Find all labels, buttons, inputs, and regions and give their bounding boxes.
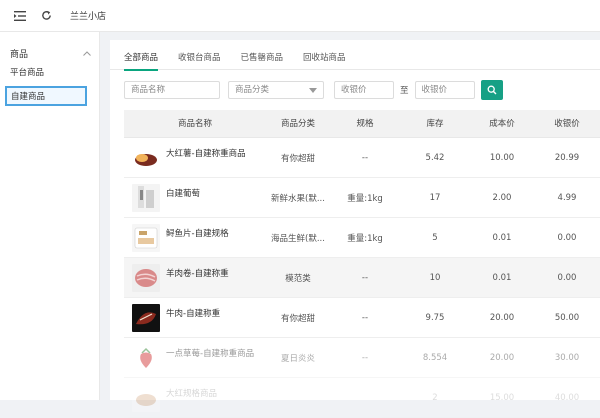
product-name: 鲟鱼片-自建规格 bbox=[166, 229, 229, 239]
product-thumbnail bbox=[132, 223, 160, 252]
caret-down-icon bbox=[309, 88, 317, 93]
product-thumbnail bbox=[132, 383, 160, 412]
menu-fold-icon[interactable] bbox=[10, 6, 30, 26]
sidebar-item-label: 自建商品 bbox=[11, 92, 46, 102]
product-name: 一点草莓-自建称重商品 bbox=[166, 349, 255, 359]
product-price: 40.00 bbox=[554, 392, 580, 403]
tab-recycle-bin-products[interactable]: 回收站商品 bbox=[303, 40, 346, 70]
product-spec bbox=[330, 378, 400, 417]
product-category: 有你超甜 bbox=[280, 313, 315, 324]
sidebar: 商品 平台商品 自建商品 bbox=[0, 32, 100, 400]
sidebar-group-label: 商品 bbox=[10, 49, 29, 60]
refresh-icon[interactable] bbox=[36, 6, 56, 26]
product-stock: 17 bbox=[429, 192, 441, 203]
product-thumbnail bbox=[132, 263, 160, 292]
table-row[interactable]: 大红薯-自建称重商品 有你超甜 -- 5.42 10.00 20.99 bbox=[124, 138, 600, 178]
product-price: 0.00 bbox=[557, 232, 577, 243]
price-min-input[interactable]: 收银价 bbox=[334, 81, 394, 99]
product-spec: -- bbox=[361, 152, 369, 163]
product-cost: 10.00 bbox=[489, 152, 515, 163]
product-stock: 5 bbox=[432, 232, 438, 243]
product-cost: 2.00 bbox=[492, 192, 512, 203]
table-row[interactable]: 一点草莓-自建称重商品 夏日炎炎 -- 8.554 20.00 30.00 bbox=[124, 338, 600, 378]
table-row[interactable]: 羊肉卷-自建称重 模范类 -- 10 0.01 0.00 bbox=[124, 258, 600, 298]
search-icon bbox=[487, 85, 497, 95]
col-header-category: 商品分类 bbox=[280, 119, 315, 129]
product-category: 有你超甜 bbox=[280, 153, 315, 164]
sidebar-item-platform-products[interactable]: 平台商品 bbox=[0, 64, 99, 82]
shop-name: 兰兰小店 bbox=[70, 12, 107, 22]
filter-bar: 商品名称 商品分类 收银价 至 收银价 bbox=[110, 70, 600, 110]
tab-sold-out-products[interactable]: 已售罄商品 bbox=[241, 40, 284, 70]
product-name: 大红规格商品 bbox=[166, 389, 218, 399]
sidebar-group-products[interactable]: 商品 bbox=[0, 42, 99, 64]
product-cost: 20.00 bbox=[489, 312, 515, 323]
product-cost: 0.01 bbox=[492, 272, 512, 283]
table-header: 商品名称 商品分类 规格 库存 成本价 收银价 bbox=[124, 110, 600, 138]
product-price: 20.99 bbox=[554, 152, 580, 163]
product-name: 大红薯-自建称重商品 bbox=[166, 149, 246, 159]
table-row[interactable]: 牛肉-自建称重 有你超甜 -- 9.75 20.00 50.00 bbox=[124, 298, 600, 338]
sidebar-item-label: 平台商品 bbox=[10, 68, 45, 78]
product-category: 海品生鲜(默... bbox=[271, 233, 325, 244]
product-stock: 9.75 bbox=[425, 312, 445, 323]
product-category: 模范类 bbox=[285, 273, 311, 284]
tab-all-products[interactable]: 全部商品 bbox=[124, 40, 159, 71]
product-name: 牛肉-自建称重 bbox=[166, 309, 221, 319]
product-thumbnail bbox=[132, 303, 160, 332]
price-max-input[interactable]: 收银价 bbox=[414, 81, 475, 99]
product-spec: 重量:1kg bbox=[347, 233, 383, 244]
category-select[interactable]: 商品分类 bbox=[228, 81, 324, 99]
product-spec: -- bbox=[361, 272, 369, 283]
product-category: 新鲜水果(默... bbox=[271, 193, 325, 204]
product-thumbnail bbox=[132, 183, 160, 212]
product-category: 夏日炎炎 bbox=[280, 353, 315, 364]
product-thumbnail bbox=[132, 343, 160, 372]
table-row[interactable]: 大红规格商品 2 15.00 40.00 bbox=[124, 378, 600, 418]
product-spec: -- bbox=[361, 312, 369, 323]
sidebar-item-own-products[interactable]: 自建商品 bbox=[5, 86, 87, 106]
main-panel: 全部商品 收银台商品 已售罄商品 回收站商品 商品名称 商品分类 收银价 至 收… bbox=[110, 40, 600, 418]
product-table: 商品名称 商品分类 规格 库存 成本价 收银价 大红薯-自建称重商品 有你超甜 … bbox=[124, 110, 600, 418]
tab-cashier-products[interactable]: 收银台商品 bbox=[178, 40, 221, 70]
product-stock: 10 bbox=[429, 272, 441, 283]
product-cost: 0.01 bbox=[492, 232, 512, 243]
product-price: 50.00 bbox=[554, 312, 580, 323]
product-thumbnail bbox=[132, 143, 160, 172]
product-cost: 15.00 bbox=[489, 392, 515, 403]
product-price: 4.99 bbox=[557, 192, 577, 203]
product-stock: 2 bbox=[432, 392, 438, 403]
product-name: 羊肉卷-自建称重 bbox=[166, 269, 229, 279]
product-stock: 8.554 bbox=[422, 352, 448, 363]
col-header-cost: 成本价 bbox=[489, 119, 515, 129]
tab-bar: 全部商品 收银台商品 已售罄商品 回收站商品 bbox=[110, 40, 600, 71]
product-category bbox=[266, 378, 330, 417]
col-header-stock: 库存 bbox=[426, 119, 444, 129]
product-name-input[interactable]: 商品名称 bbox=[124, 81, 220, 99]
product-cost: 20.00 bbox=[489, 352, 515, 363]
col-header-name: 商品名称 bbox=[177, 119, 212, 129]
col-header-price: 收银价 bbox=[554, 119, 580, 129]
table-row[interactable]: 白建葡萄 新鲜水果(默... 重量:1kg 17 2.00 4.99 bbox=[124, 178, 600, 218]
product-stock: 5.42 bbox=[425, 152, 445, 163]
chevron-up-icon bbox=[83, 50, 91, 56]
col-header-spec: 规格 bbox=[356, 119, 374, 129]
product-name: 白建葡萄 bbox=[166, 189, 201, 199]
product-spec: 重量:1kg bbox=[347, 193, 383, 204]
range-separator: 至 bbox=[400, 86, 409, 96]
search-button[interactable] bbox=[480, 80, 503, 100]
product-spec: -- bbox=[361, 352, 369, 363]
product-price: 30.00 bbox=[554, 352, 580, 363]
product-price: 0.00 bbox=[557, 272, 577, 283]
table-row[interactable]: 鲟鱼片-自建规格 海品生鲜(默... 重量:1kg 5 0.01 0.00 bbox=[124, 218, 600, 258]
top-bar: 兰兰小店 bbox=[0, 0, 600, 32]
